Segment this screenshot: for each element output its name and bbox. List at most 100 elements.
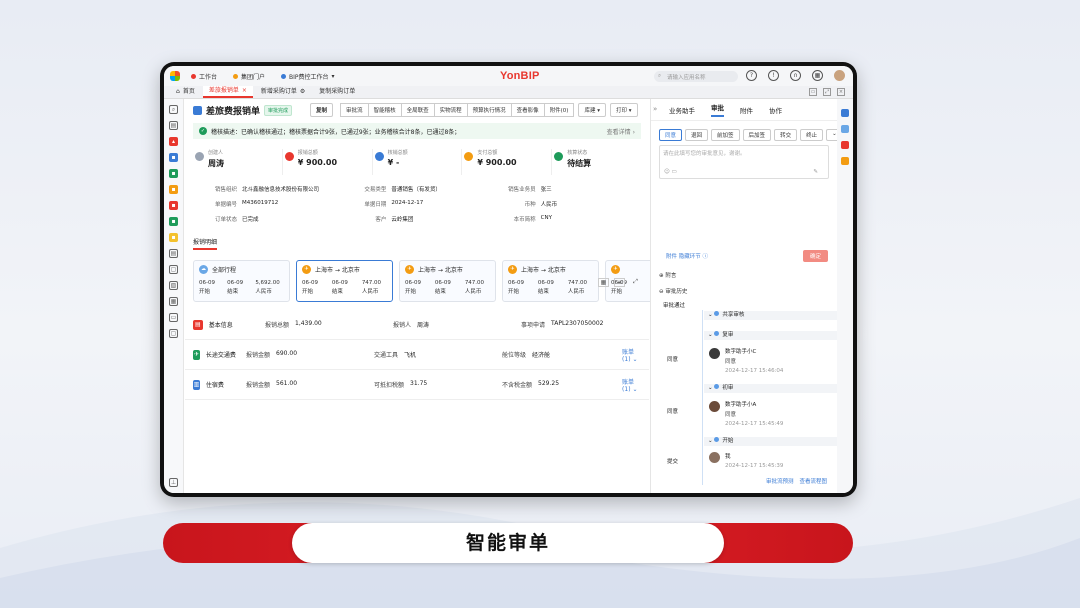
attachment-button[interactable]: 附件(0) [543,103,575,117]
view-image-button[interactable]: 查看影像 [510,103,545,117]
print-dropdown[interactable]: 打印 ▾ [609,103,638,117]
expense-row: ✈ 长途交通费 报销金额 690.00 交通工具 飞机 舱位等级 经济舱 账单(1) ⌄ [185,340,649,370]
budget-execution-button[interactable]: 预算执行情况 [466,103,512,117]
invoice-icon[interactable]: ▤ [169,249,178,258]
comment-input[interactable]: 请在此填写您的审批意见，谢谢。 ☺ ▭ ✎ [659,145,829,179]
global-query-button[interactable]: 全局联查 [400,103,435,117]
search-input[interactable]: ⌕ 请输入应用名称 [654,71,738,82]
stat-icon [464,152,474,161]
pin-icon[interactable]: ⊥ [169,478,178,487]
trip-card[interactable]: ☁ 全部行程 06-09 06-09 5,692.00 开始 结束 人民币 [193,260,290,302]
print-icon[interactable]: ▭ [809,88,817,96]
trip-card[interactable]: ✈ 上海市 → 北京市 06-09 06-09 747.00 开始 结束 人民币 [399,260,496,302]
pre-sign-button[interactable]: 前加签 [711,129,740,141]
trip-amt: 747.00 [361,280,382,286]
more-dropdown[interactable]: 库建 ▾ [578,103,606,117]
tab-travel-expense[interactable]: 差旅报销单 × [202,86,253,98]
view-details-link[interactable]: 查看详情 › [607,127,635,136]
attachment-link[interactable]: 附件 隐藏环节 ⓘ [666,252,708,260]
tab-approval[interactable]: 审批 [711,102,724,117]
top-tab-bip[interactable]: BIP费控工作台 ▾ [276,70,340,83]
archive-icon[interactable]: ▪ [169,233,178,242]
help-icon[interactable]: ? [746,70,757,81]
tab-collaboration[interactable]: 协作 [769,105,782,115]
terminate-button[interactable]: 终止 [800,129,824,141]
avatar [709,401,720,412]
cell-label: 报销人 [393,322,412,329]
trip-card[interactable]: ✈ 上海市 → 北京市 06-09 06-09 747.00 开始 结束 人民币 [296,260,393,302]
headset-icon[interactable]: ∩ [790,70,801,81]
return-button[interactable]: 退回 [685,129,709,141]
stat-value: 待结算 [567,159,592,168]
calendar-icon[interactable]: ▦ [812,70,823,81]
chart-icon[interactable]: ▴ [169,137,178,146]
emoji-icon[interactable]: ☺ ▭ [664,169,677,175]
document-icon[interactable]: ▤ [169,121,178,130]
confirm-button[interactable]: 确定 [802,250,828,262]
trip-l2: 结束 [537,289,549,295]
wallet-icon[interactable]: ▪ [169,185,178,194]
post-sign-button[interactable]: 后加签 [742,129,772,141]
trip-d2: 06-09 [537,280,554,286]
alert-text: 稽核描述：已确认稽核通过；稽核票据合计9张，已通过9张；业务稽核合计8条，已通过… [211,128,461,136]
cell-value: 经济舱 [532,352,551,359]
tab-home[interactable]: ⌂ 首页 [170,86,201,98]
collapse-icon[interactable]: » [653,105,657,113]
flag-icon[interactable]: ▪ [169,217,178,226]
grid-view-icon[interactable]: ▦ [598,278,609,287]
trip-card[interactable]: ✈ 上海市 → 北京市 06-09 06-09 747.00 开始 结束 人民币 [502,260,599,302]
stat-value: 周涛 [208,159,224,168]
app-grid-icon[interactable] [170,71,180,81]
agree-button[interactable]: 同意 [659,129,683,141]
folder-icon[interactable]: ▪ [169,153,178,162]
list-view-icon[interactable]: ≡ [614,278,625,287]
message-icon[interactable]: ▢ [169,265,178,274]
physical-flow-button[interactable]: 实物流程 [433,103,468,117]
cell-label: 报销金额 [246,382,271,389]
history-toggle[interactable]: ⊖ 审批历史 [659,287,687,295]
cell-value: 周涛 [417,322,430,329]
tab-attachment[interactable]: 附件 [740,105,753,115]
view-flowchart-link[interactable]: 查看流程图 [799,477,827,485]
expand-icon[interactable]: ⤢ [630,278,641,287]
fullscreen-icon[interactable]: ⤢ [823,88,831,96]
avatar[interactable] [834,70,845,81]
postscript-toggle[interactable]: ⊕ 附言 [659,271,676,279]
search-icon[interactable]: ⌕ [169,105,178,114]
top-tab-label: BIP费控工作台 [289,73,329,81]
signature-icon[interactable]: ✎ [813,169,818,175]
calendar-icon[interactable]: ▦ [169,297,178,306]
row-cells: 报销金额 690.00 交通工具 飞机 舱位等级 经济舱 [246,350,622,359]
image-icon[interactable]: ▧ [169,281,178,290]
close-all-icon[interactable]: × [837,88,845,96]
chat-icon[interactable]: ▢ [169,329,178,338]
doc-icon[interactable] [841,125,849,133]
app-screen: 工作台 集团门户 BIP费控工作台 ▾ YonBIP ⌕ 请输入应用名称 ? ! … [164,66,853,493]
field-value: M436019712 [242,200,279,206]
bill-link[interactable]: 账单(1) ⌄ [622,377,641,393]
avatar [709,452,720,463]
transfer-button[interactable]: 转交 [774,129,798,141]
top-tab-portal[interactable]: 集团门户 [228,70,270,83]
smart-audit-button[interactable]: 智能稽核 [367,103,402,117]
view-details-label: 查看详情 [606,128,631,136]
bill-link[interactable]: 账单(1) ⌄ [622,347,641,363]
row-title: 长途交通费 [205,352,236,359]
alert-icon[interactable] [841,141,849,149]
copy-button[interactable]: 复制 [310,103,334,117]
report-icon[interactable]: ▪ [169,201,178,210]
attachment-label: 附件 隐藏环节 [666,254,701,260]
flow-forecast-link[interactable]: 审批流预测 [766,477,794,485]
note-icon[interactable] [841,157,849,165]
tab-new-purchase-order[interactable]: 新增采购订单 ⚙ [255,86,311,98]
assistant-icon[interactable] [841,109,849,117]
tab-business-assistant[interactable]: 业务助手 [669,105,695,115]
top-tab-workbench[interactable]: 工作台 [186,70,222,83]
tab-copy-purchase-order[interactable]: 复制采购订单 [313,86,361,98]
notification-icon[interactable]: ! [768,70,779,81]
tab-label: 差旅报销单 [208,87,239,94]
stage-re-review: ⌄ 复审 [704,331,837,340]
ledger-icon[interactable]: ▪ [169,169,178,178]
card-icon[interactable]: ▭ [169,313,178,322]
approval-flow-button[interactable]: 审批流 [340,103,369,117]
